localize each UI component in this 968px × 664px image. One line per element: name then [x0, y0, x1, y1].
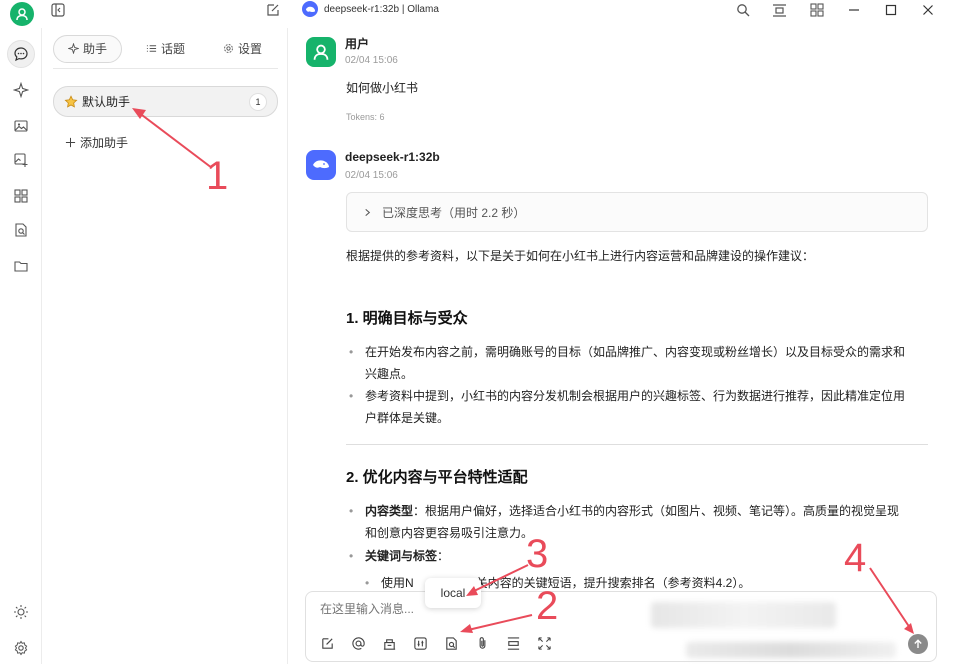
- bullet-line: 在开始发布内容之前，需明确账号的目标（如品牌推广、内容变现或粉丝增长）以及目标受…: [365, 345, 906, 359]
- bullet-line: 内容类型：根据用户偏好，选择适合小红书的内容形式（如图片、视频、笔记等）。高质量…: [365, 500, 924, 522]
- blurred-region: [686, 642, 896, 658]
- apps-grid-icon[interactable]: [11, 186, 31, 206]
- bullet-text: ：根据用户偏好，选择适合小红书的内容形式（如图片、视频、笔记等）。高质量的视觉呈…: [413, 504, 900, 518]
- panel-tabs: 助手 话题 设置: [53, 34, 278, 69]
- message-input[interactable]: [320, 602, 420, 616]
- section-2-heading: 2. 优化内容与平台特性适配: [346, 469, 528, 486]
- knowledge-base-icon[interactable]: [380, 634, 398, 652]
- tab-settings-label: 设置: [237, 42, 262, 56]
- model-title-text: deepseek-r1:32b | Ollama: [324, 3, 439, 15]
- minimize-icon[interactable]: [835, 0, 872, 20]
- token-count: Tokens: 6: [346, 112, 385, 122]
- clear-context-icon[interactable]: [504, 634, 522, 652]
- maximize-icon[interactable]: [872, 0, 909, 20]
- user-name: 用户: [345, 37, 370, 51]
- user-message-avatar: [306, 37, 336, 67]
- assistant-name: 默认助手: [82, 95, 131, 109]
- message-composer[interactable]: [305, 591, 937, 662]
- edit-icon[interactable]: [318, 634, 336, 652]
- gear-icon: [224, 44, 233, 53]
- topic-count-badge: 1: [249, 92, 267, 111]
- bullet-line: 兴趣点。: [365, 367, 414, 381]
- tab-assistant-label: 助手: [83, 42, 108, 56]
- tab-settings[interactable]: 设置: [209, 35, 276, 63]
- new-chat-edit-icon[interactable]: [265, 2, 281, 18]
- user-icon: [16, 8, 28, 21]
- bullet-text-left: 使用N: [381, 576, 414, 590]
- sparkle-icon: [68, 43, 79, 54]
- assistant-item-default[interactable]: 默认助手 1: [53, 86, 278, 117]
- list-icon: [146, 45, 157, 52]
- settings-gear-icon[interactable]: [11, 638, 31, 658]
- tab-assistant[interactable]: 助手: [53, 34, 123, 63]
- tooltip: local: [425, 578, 481, 608]
- layout-icon[interactable]: [761, 0, 798, 20]
- expand-icon[interactable]: [535, 634, 553, 652]
- send-button[interactable]: [908, 634, 928, 654]
- sliders-icon[interactable]: [411, 634, 429, 652]
- annotation-number-2: 2: [536, 584, 559, 628]
- add-assistant-label: 添加助手: [80, 136, 129, 150]
- annotation-number-1: 1: [206, 154, 229, 198]
- grid-icon[interactable]: [798, 0, 835, 20]
- bot-intro-text: 根据提供的参考资料，以下是关于如何在小红书上进行内容运营和品牌建设的操作建议：: [346, 249, 815, 263]
- section-1-heading: 1. 明确目标与受众: [346, 310, 468, 327]
- user-icon: [313, 44, 329, 60]
- image-add-icon[interactable]: [11, 150, 31, 170]
- sparkle-icon[interactable]: [11, 80, 31, 100]
- blurred-region: [651, 602, 836, 628]
- bot-message-avatar: [306, 150, 336, 180]
- bot-name: deepseek-r1:32b: [345, 150, 440, 164]
- section-2-bullet-2: 关键词与标签：: [349, 545, 924, 567]
- assistant-panel: 助手 话题 设置 默认助手 1 添加助手: [43, 28, 288, 664]
- title-bar: deepseek-r1:32b | Ollama: [0, 0, 968, 26]
- icon-rail: [0, 28, 42, 664]
- attachment-icon[interactable]: [473, 634, 491, 652]
- arrow-up-icon: [914, 639, 922, 648]
- search-icon[interactable]: [724, 0, 761, 20]
- bullet-text: ：: [437, 549, 450, 563]
- document-search-icon[interactable]: [11, 220, 31, 240]
- close-icon[interactable]: [909, 0, 946, 20]
- user-message-time: 02/04 15:06: [345, 55, 398, 66]
- image-icon[interactable]: [11, 116, 31, 136]
- sidebar-toggle-icon[interactable]: [50, 2, 66, 18]
- add-assistant-button[interactable]: 添加助手: [65, 134, 128, 151]
- bullet-line: 参考资料中提到，小红书的内容分发机制会根据用户的兴趣标签、行为数据进行推荐，因此…: [365, 389, 906, 403]
- section-1-bullet-2: 参考资料中提到，小红书的内容分发机制会根据用户的兴趣标签、行为数据进行推荐，因此…: [349, 385, 924, 429]
- folder-icon[interactable]: [11, 256, 31, 276]
- composer-toolbar: [318, 634, 553, 652]
- user-message-text: 如何做小红书: [346, 81, 419, 95]
- deep-thinking-collapse[interactable]: 已深度思考（用时 2.2 秒）: [346, 192, 928, 232]
- deepseek-whale-icon: [313, 160, 329, 169]
- model-title[interactable]: deepseek-r1:32b | Ollama: [302, 1, 439, 17]
- tab-topics-label: 话题: [160, 42, 185, 56]
- theme-sun-icon[interactable]: [11, 602, 31, 622]
- user-avatar[interactable]: [10, 2, 34, 26]
- window-controls: [724, 0, 946, 20]
- divider: [346, 444, 928, 445]
- deep-thinking-label: 已深度思考（用时 2.2 秒）: [382, 205, 526, 220]
- chat-bubble-icon[interactable]: [7, 40, 35, 68]
- bullet-line: 户群体是关键。: [365, 411, 450, 425]
- bot-message-time: 02/04 15:06: [345, 170, 398, 181]
- bullet-bold: 内容类型: [365, 504, 414, 518]
- section-1-bullet-1: 在开始发布内容之前，需明确账号的目标（如品牌推广、内容变现或粉丝增长）以及目标受…: [349, 341, 924, 385]
- section-2-bullet-1: 内容类型：根据用户偏好，选择适合小红书的内容形式（如图片、视频、笔记等）。高质量…: [349, 500, 924, 544]
- tab-topics[interactable]: 话题: [132, 35, 199, 63]
- plus-icon: [65, 137, 76, 148]
- annotation-number-3: 3: [526, 532, 549, 576]
- bullet-bold: 关键词与标签: [365, 549, 438, 563]
- deepseek-logo-icon: [302, 1, 318, 17]
- bullet-line: 和创意内容更容易吸引注意力。: [365, 526, 534, 540]
- mention-icon[interactable]: [349, 634, 367, 652]
- bullet-text-right: 关内容的关键短语，提升搜索排名（参考资料4.2）。: [475, 576, 751, 590]
- chevron-right-icon: [365, 208, 371, 216]
- web-search-icon[interactable]: [442, 634, 460, 652]
- star-icon: [64, 94, 78, 108]
- annotation-number-4: 4: [844, 536, 867, 580]
